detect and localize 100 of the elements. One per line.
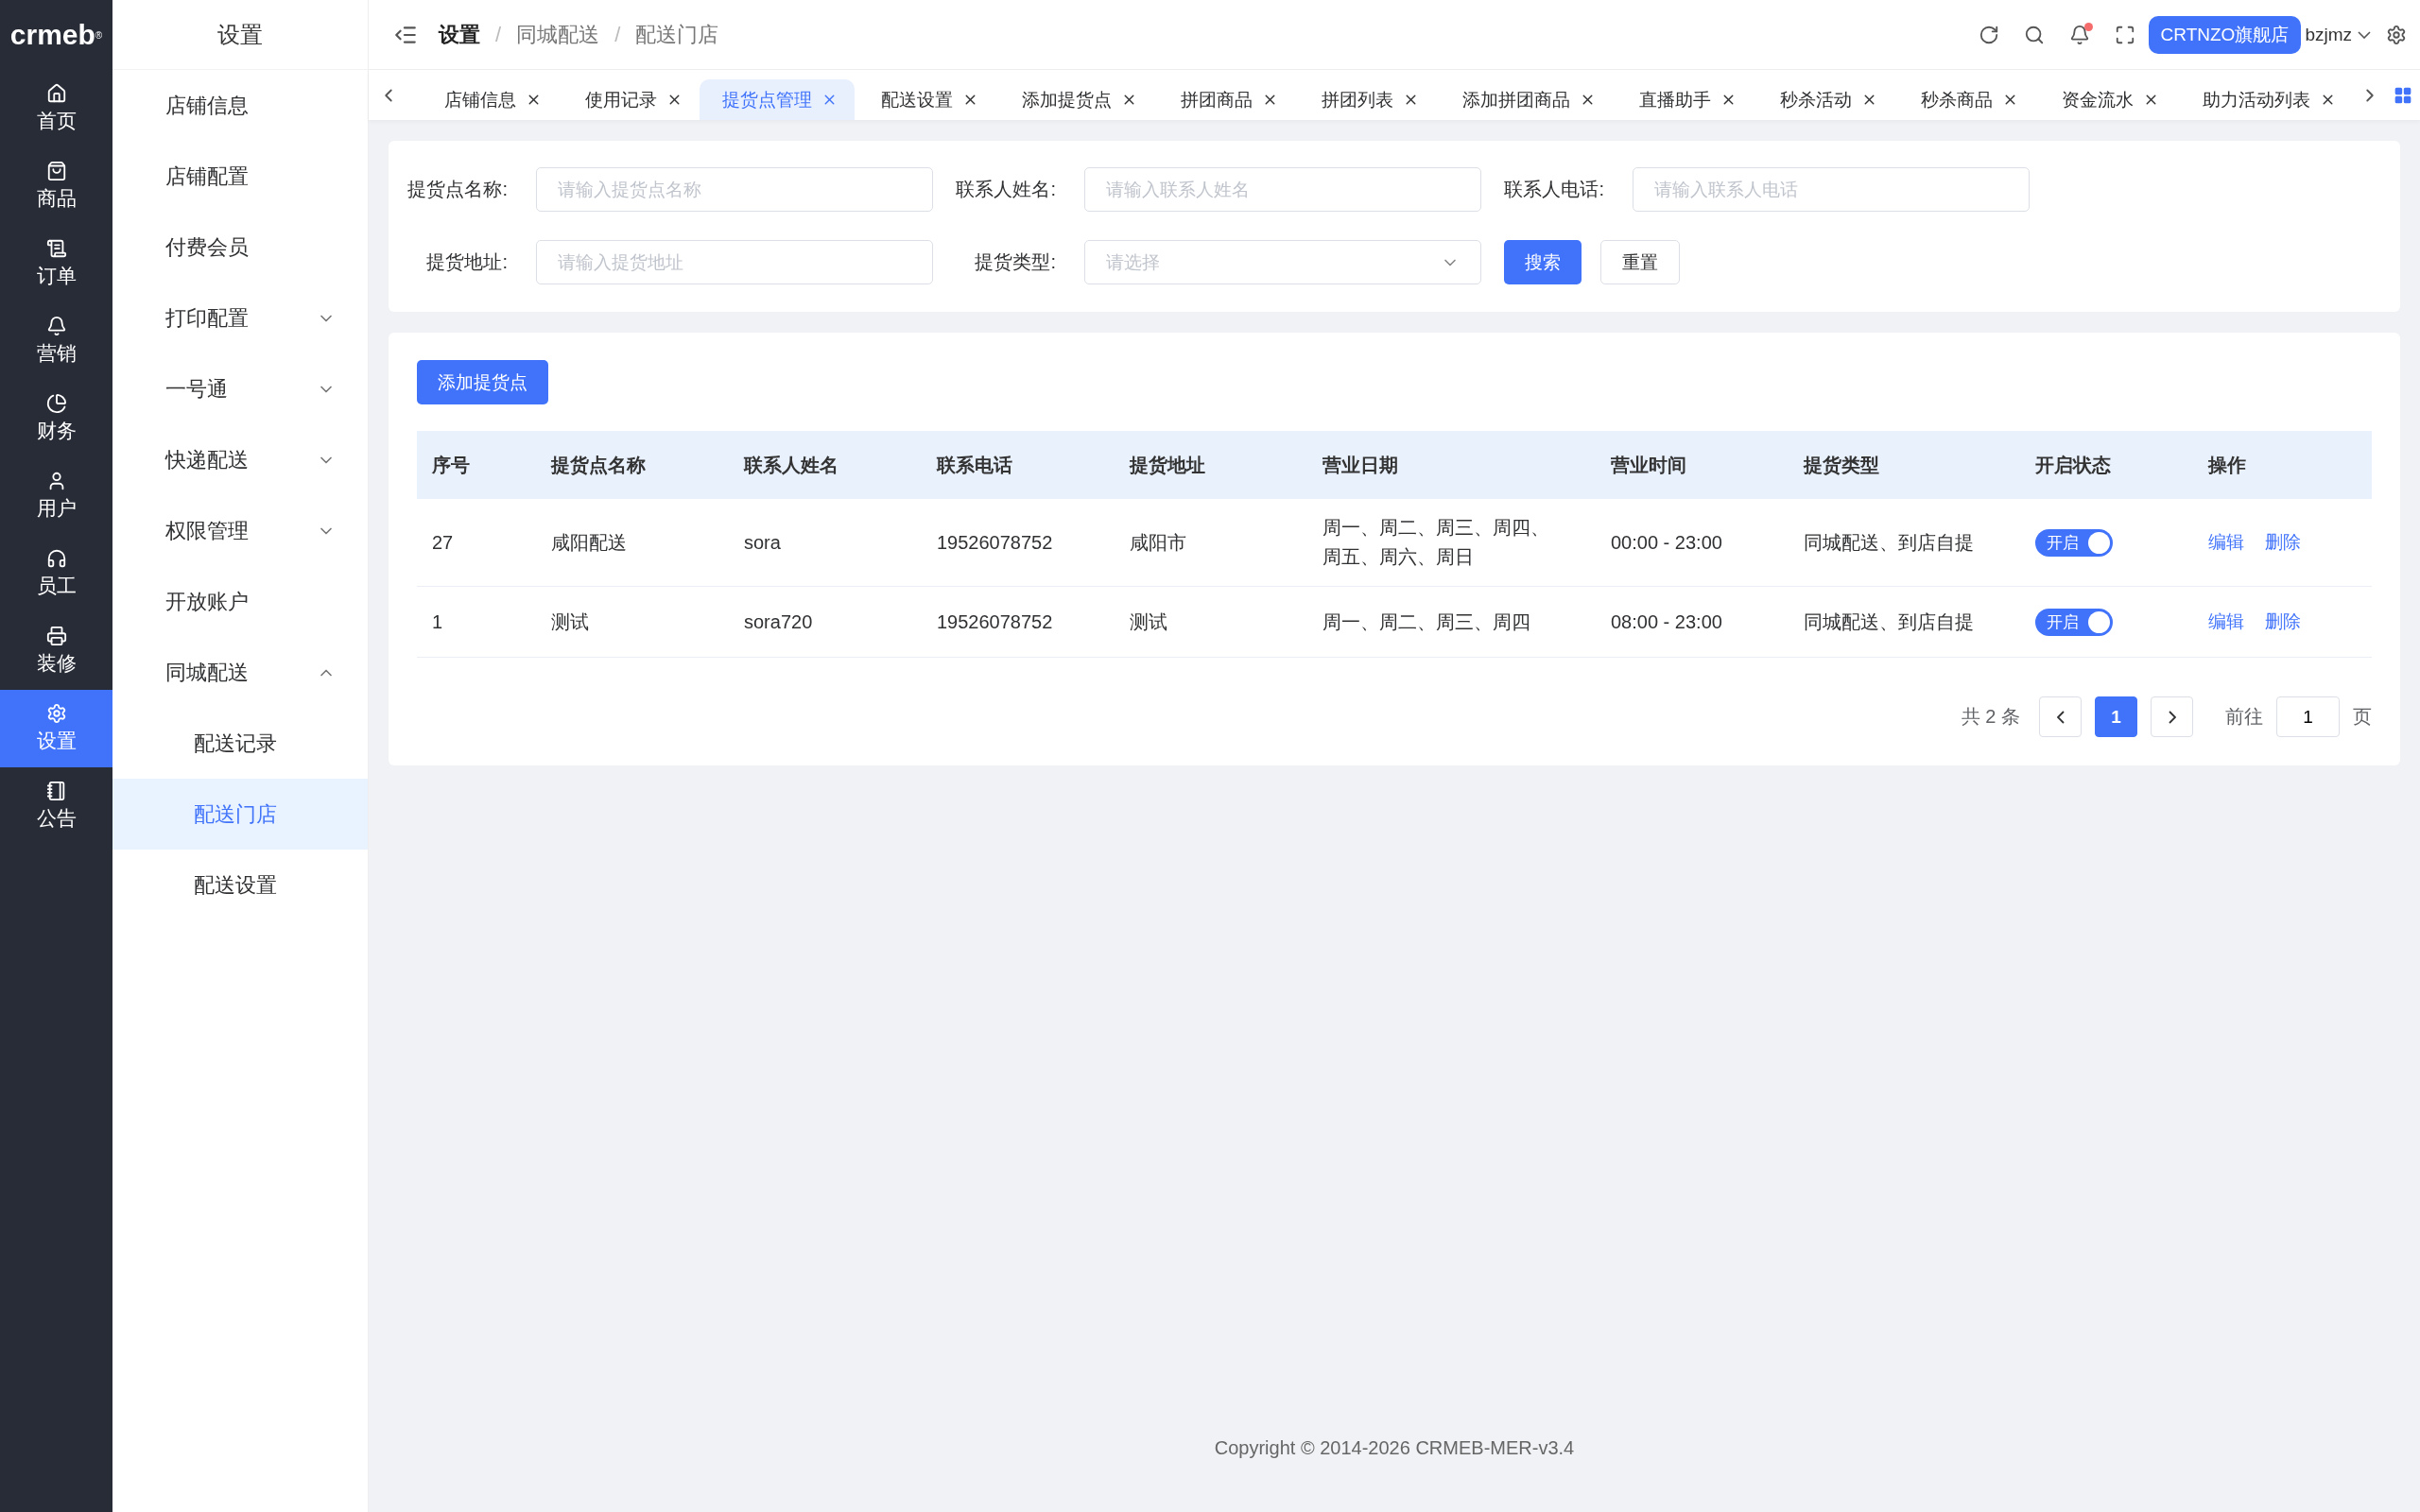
column-header: 营业日期	[1307, 431, 1596, 499]
submenu-item[interactable]: 一号通	[112, 353, 368, 424]
breadcrumb-item[interactable]: 同城配送	[516, 20, 600, 49]
goto-label: 前往	[2225, 705, 2263, 729]
tab[interactable]: 直播助手	[1613, 79, 1754, 120]
nav-item[interactable]: 营销	[0, 302, 112, 380]
table-cell: 咸阳市	[1115, 499, 1307, 587]
table-cell: 同城配送、到店自提	[1789, 499, 2020, 587]
settings-icon[interactable]	[2386, 24, 2407, 45]
input-field[interactable]: 请输入联系人姓名	[1084, 167, 1481, 212]
nav-label: 营销	[36, 341, 77, 366]
nav-item[interactable]: 商品	[0, 147, 112, 225]
nav-label: 装修	[36, 651, 77, 676]
submenu-item[interactable]: 店铺信息	[112, 70, 368, 141]
store-button[interactable]: CRTNZO旗舰店	[2148, 15, 2302, 54]
refresh-icon[interactable]	[1978, 24, 1999, 45]
submenu-item[interactable]: 付费会员	[112, 212, 368, 283]
nav-item[interactable]: 财务	[0, 380, 112, 457]
submenu-item[interactable]: 快递配送	[112, 424, 368, 495]
field-label: 提货类型:	[974, 250, 1056, 274]
nav-item[interactable]: 员工	[0, 535, 112, 612]
breadcrumb-item[interactable]: 设置	[439, 20, 480, 49]
field-label: 联系人姓名:	[955, 178, 1056, 201]
nav-label: 用户	[36, 496, 77, 521]
toggle-switch[interactable]: 开启	[2035, 528, 2113, 557]
table-cell: 19526078752	[922, 499, 1115, 587]
notebook-icon	[45, 781, 67, 801]
column-header: 提货点名称	[536, 431, 729, 499]
delete-link[interactable]: 删除	[2265, 610, 2301, 634]
column-header: 操作	[2193, 431, 2372, 499]
tab[interactable]: 助力活动列表	[2176, 79, 2353, 120]
field-label: 提货地址:	[425, 250, 508, 274]
table-cell: 同城配送、到店自提	[1789, 587, 2020, 658]
nav-item[interactable]: 装修	[0, 612, 112, 690]
edit-link[interactable]: 编辑	[2208, 530, 2244, 555]
reset-button[interactable]: 重置	[1600, 240, 1680, 284]
tab[interactable]: 拼团商品	[1154, 79, 1295, 120]
column-header: 提货地址	[1115, 431, 1307, 499]
submenu-item[interactable]: 权限管理	[112, 495, 368, 566]
delete-link[interactable]: 删除	[2265, 530, 2301, 555]
column-header: 联系电话	[922, 431, 1115, 499]
submenu-item[interactable]: 同城配送	[112, 637, 368, 708]
tab[interactable]: 添加提货点	[995, 79, 1154, 120]
breadcrumb-separator: /	[614, 22, 621, 47]
input-field[interactable]: 请输入联系人电话	[1633, 167, 2030, 212]
search-button[interactable]: 搜索	[1504, 240, 1582, 284]
chevron-right-icon	[2168, 710, 2176, 724]
table-cell: 测试	[536, 587, 729, 658]
submenu-item[interactable]: 打印配置	[112, 283, 368, 353]
submenu-item[interactable]: 配送记录	[112, 708, 368, 779]
column-header: 开启状态	[2020, 431, 2193, 499]
nav-label: 设置	[36, 729, 77, 753]
tab[interactable]: 配送设置	[855, 79, 995, 120]
nav-item[interactable]: 公告	[0, 767, 112, 845]
total-count: 共 2 条	[1961, 705, 2020, 729]
breadcrumb-item[interactable]: 配送门店	[635, 20, 719, 49]
chevron-left-icon	[2056, 710, 2065, 724]
tab[interactable]: 秒杀活动	[1754, 79, 1894, 120]
edit-link[interactable]: 编辑	[2208, 610, 2244, 634]
submenu-item[interactable]: 店铺配置	[112, 141, 368, 212]
column-header: 提货类型	[1789, 431, 2020, 499]
table-cell: 08:00 - 23:00	[1596, 587, 1789, 658]
tab[interactable]: 资金流水	[2035, 79, 2176, 120]
submenu-item[interactable]: 配送门店	[112, 779, 368, 850]
input-field[interactable]: 请输入提货地址	[536, 240, 933, 284]
nav-item[interactable]: 用户	[0, 457, 112, 535]
add-button[interactable]: 添加提货点	[417, 360, 548, 404]
page-button[interactable]: 1	[2095, 696, 2137, 737]
user-menu[interactable]: bzjmz	[2305, 24, 2371, 45]
nav-item[interactable]: 订单	[0, 225, 112, 302]
pie-chart-icon	[45, 393, 67, 414]
bell-icon[interactable]	[2068, 24, 2090, 45]
table-cell: 周一、周二、周三、周四	[1307, 587, 1596, 658]
fullscreen-icon[interactable]	[2114, 24, 2135, 45]
tab[interactable]: 秒杀商品	[1894, 79, 2035, 120]
nav-label: 订单	[36, 264, 77, 288]
home-icon	[45, 83, 67, 104]
tab[interactable]: 提货点管理	[700, 79, 855, 120]
toggle-switch[interactable]: 开启	[2035, 608, 2113, 636]
submenu-item[interactable]: 开放账户	[112, 566, 368, 637]
printer-icon	[45, 626, 67, 646]
search-icon[interactable]	[2023, 24, 2045, 45]
tab[interactable]: 添加拼团商品	[1436, 79, 1613, 120]
bell-icon	[45, 316, 67, 336]
page-suffix: 页	[2353, 705, 2372, 729]
tab[interactable]: 店铺信息	[418, 79, 559, 120]
grid-icon[interactable]	[2394, 85, 2412, 105]
table-cell: sora720	[729, 587, 922, 658]
nav-item[interactable]: 设置	[0, 690, 112, 767]
column-header: 序号	[417, 431, 536, 499]
submenu-item[interactable]: 配送设置	[112, 850, 368, 920]
input-field[interactable]: 请输入提货点名称	[536, 167, 933, 212]
nav-item[interactable]: 首页	[0, 70, 112, 147]
table-cell: 27	[417, 499, 536, 587]
nav-label: 商品	[36, 186, 77, 211]
tab[interactable]: 使用记录	[559, 79, 700, 120]
column-header: 营业时间	[1596, 431, 1789, 499]
page-input[interactable]: 1	[2276, 696, 2340, 737]
tab[interactable]: 拼团列表	[1295, 79, 1436, 120]
caret-icon	[2358, 30, 2371, 39]
